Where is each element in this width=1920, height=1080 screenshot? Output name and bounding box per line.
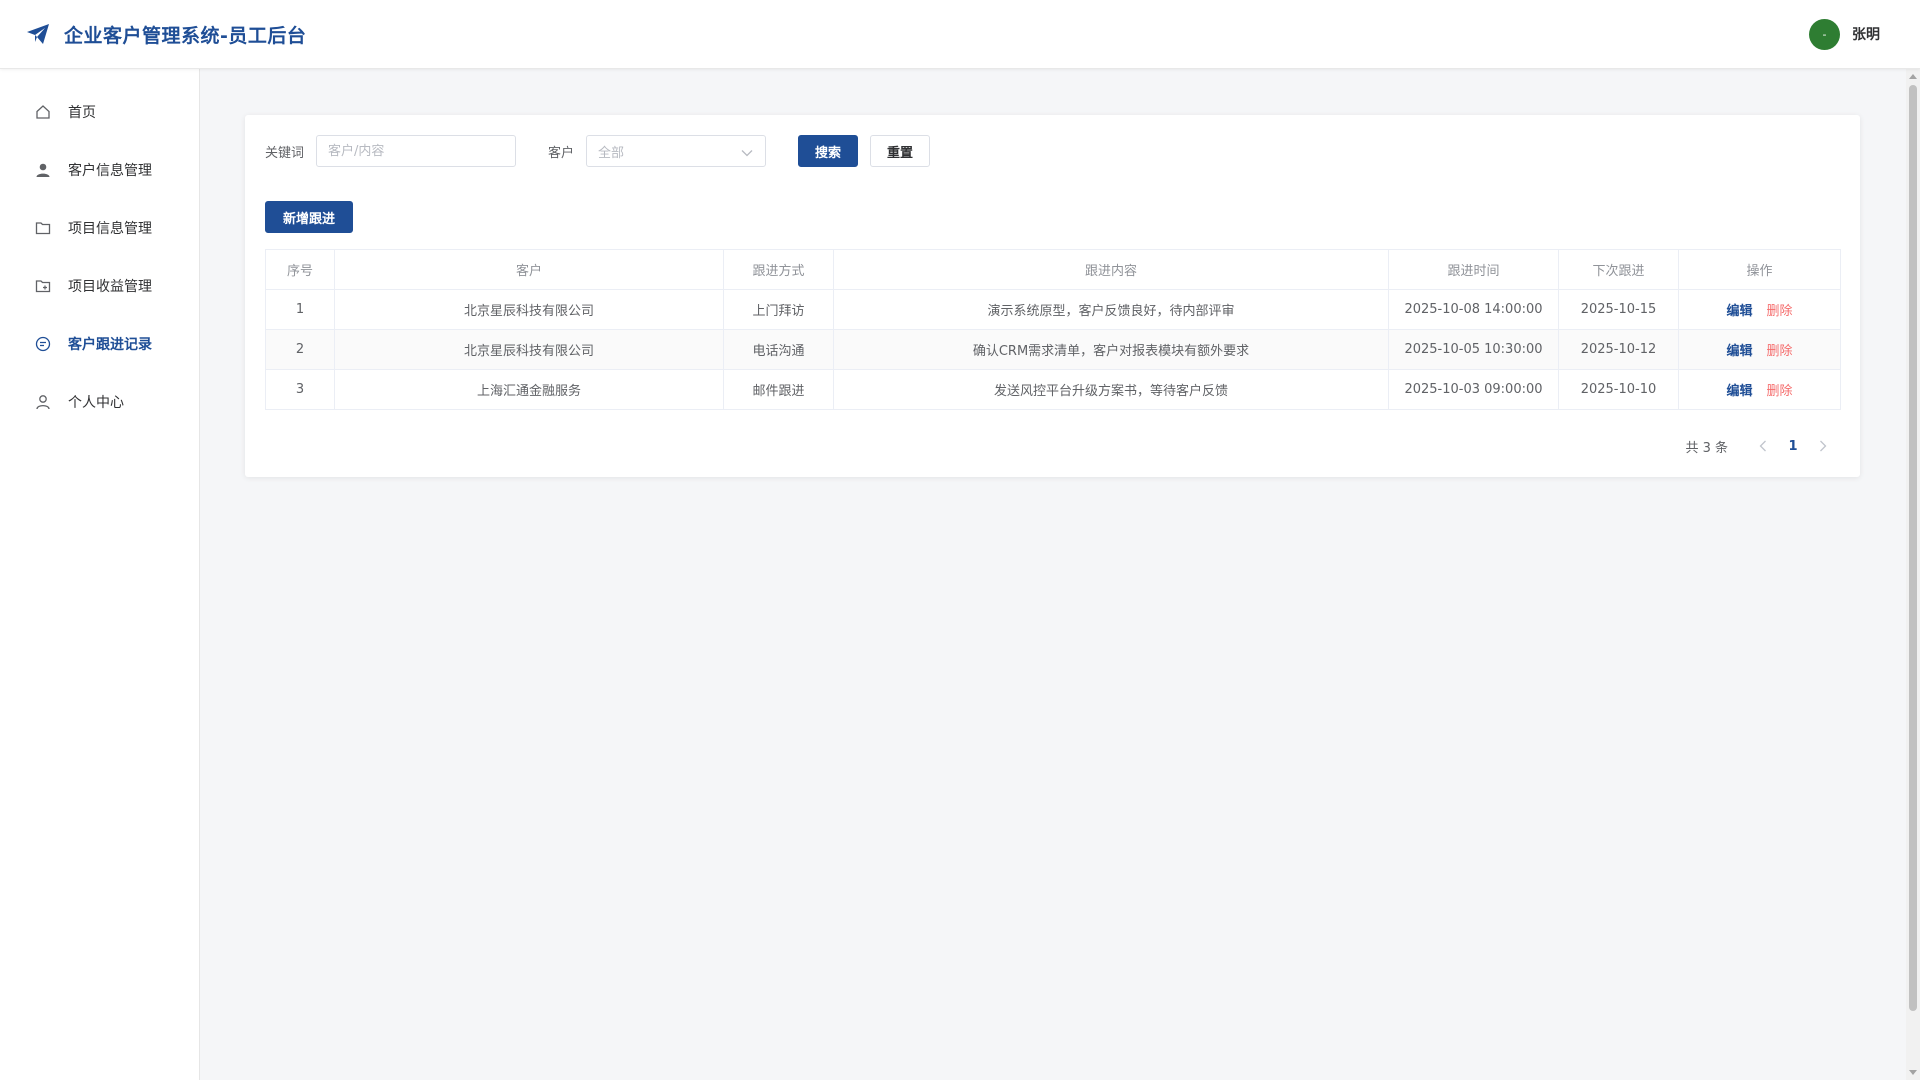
table-row: 2 北京星辰科技有限公司 电话沟通 确认CRM需求清单，客户对报表模块有额外要求… [265,329,1841,370]
sidebar-item-followup-records[interactable]: 客户跟进记录 [0,315,199,373]
page-number[interactable]: 1 [1780,433,1806,459]
cell-index: 2 [265,329,335,370]
cell-index: 1 [265,289,335,330]
col-header-method: 跟进方式 [723,249,834,290]
avatar[interactable]: - [1809,18,1840,50]
cell-method: 邮件跟进 [723,369,834,410]
cell-content: 发送风控平台升级方案书，等待客户反馈 [833,369,1389,410]
cell-time: 2025-10-08 14:00:00 [1388,289,1559,330]
col-header-customer: 客户 [334,249,724,290]
scrollbar-thumb[interactable] [1909,85,1917,1011]
sidebar-item-label: 客户信息管理 [68,163,152,179]
prev-page-button[interactable] [1750,433,1776,459]
delete-link[interactable]: 删除 [1767,304,1793,319]
user-menu[interactable]: - 张明 [1809,18,1880,50]
top-header: 企业客户管理系统-员工后台 - 张明 [0,0,1920,69]
cell-content: 演示系统原型，客户反馈良好，待内部评审 [833,289,1389,330]
col-header-time: 跟进时间 [1388,249,1559,290]
cell-actions: 编辑 删除 [1678,369,1841,410]
cell-customer: 北京星辰科技有限公司 [334,289,724,330]
scroll-down-arrow-icon[interactable] [1906,1066,1920,1080]
delete-link[interactable]: 删除 [1767,384,1793,399]
chat-icon [34,335,52,353]
table-header-row: 序号 客户 跟进方式 跟进内容 跟进时间 下次跟进 操作 [265,249,1841,290]
pagination-total: 共 3 条 [1685,440,1728,456]
edit-link[interactable]: 编辑 [1726,344,1752,359]
cell-time: 2025-10-03 09:00:00 [1388,369,1559,410]
col-header-index: 序号 [265,249,335,290]
col-header-content: 跟进内容 [833,249,1389,290]
chevron-down-icon [741,142,753,161]
edit-link[interactable]: 编辑 [1726,304,1752,319]
sidebar-item-label: 客户跟进记录 [68,337,152,353]
delete-link[interactable]: 删除 [1767,344,1793,359]
cell-actions: 编辑 删除 [1678,289,1841,330]
scroll-up-arrow-icon[interactable] [1906,69,1920,83]
sidebar-item-project-info[interactable]: 项目信息管理 [0,199,199,257]
keyword-input[interactable] [316,135,517,167]
add-followup-button[interactable]: 新增跟进 [265,201,353,233]
followup-table: 序号 客户 跟进方式 跟进内容 跟进时间 下次跟进 操作 1 北京星辰科技有限公… [265,249,1841,410]
user-name[interactable]: 张明 [1852,24,1880,44]
reset-button[interactable]: 重置 [870,135,931,167]
customer-select-value: 全部 [598,145,625,161]
table-row: 1 北京星辰科技有限公司 上门拜访 演示系统原型，客户反馈良好，待内部评审 20… [265,289,1841,330]
sidebar-item-label: 个人中心 [68,395,124,411]
customer-label: 客户 [548,145,575,161]
table-row: 3 上海汇通金融服务 邮件跟进 发送风控平台升级方案书，等待客户反馈 2025-… [265,369,1841,410]
keyword-label: 关键词 [265,145,305,161]
sidebar-item-label: 项目收益管理 [68,279,152,295]
page-scrollbar[interactable] [1906,69,1920,1080]
cell-customer: 北京星辰科技有限公司 [334,329,724,370]
sidebar-item-label: 项目信息管理 [68,221,152,237]
chevron-right-icon [1820,440,1827,452]
cell-content: 确认CRM需求清单，客户对报表模块有额外要求 [833,329,1389,370]
followup-panel: 关键词 客户 全部 搜索 重置 新增跟进 序号 客户 跟进方式 跟进内容 跟进时… [245,115,1860,477]
app-title: 企业客户管理系统-员工后台 [64,24,307,47]
cell-actions: 编辑 删除 [1678,329,1841,370]
sidebar: 首页 客户信息管理 项目信息管理 项目收益管理 客户跟进记录 个人中心 [0,69,200,1080]
cell-next: 2025-10-12 [1558,329,1679,370]
col-header-actions: 操作 [1678,249,1841,290]
cell-method: 上门拜访 [723,289,834,330]
filter-bar: 关键词 客户 全部 搜索 重置 [265,135,931,167]
edit-link[interactable]: 编辑 [1726,384,1752,399]
sidebar-item-home[interactable]: 首页 [0,83,199,141]
cell-time: 2025-10-05 10:30:00 [1388,329,1559,370]
user-outline-icon [34,393,52,411]
sidebar-item-label: 首页 [68,105,96,121]
sidebar-item-customer-info[interactable]: 客户信息管理 [0,141,199,199]
cell-next: 2025-10-10 [1558,369,1679,410]
folder-icon [34,219,52,237]
user-icon [34,161,52,179]
sidebar-item-personal-center[interactable]: 个人中心 [0,373,199,431]
customer-select[interactable]: 全部 [586,135,767,167]
sidebar-item-project-revenue[interactable]: 项目收益管理 [0,257,199,315]
search-button[interactable]: 搜索 [798,135,859,167]
folder-add-icon [34,277,52,295]
cell-next: 2025-10-15 [1558,289,1679,330]
cell-customer: 上海汇通金融服务 [334,369,724,410]
pagination: 共 3 条 1 [1685,433,1836,459]
chevron-left-icon [1759,440,1766,452]
cell-method: 电话沟通 [723,329,834,370]
cell-index: 3 [265,369,335,410]
next-page-button[interactable] [1810,433,1836,459]
home-icon [34,103,52,121]
paper-plane-icon [26,22,50,46]
col-header-next: 下次跟进 [1558,249,1679,290]
